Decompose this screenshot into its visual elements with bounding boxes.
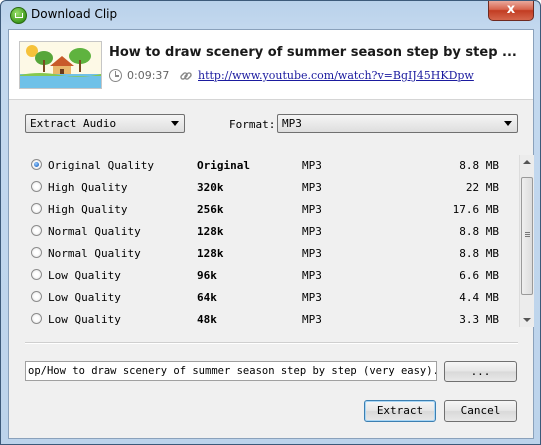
quality-radio[interactable] (31, 181, 42, 192)
format-select-value: MP3 (282, 117, 302, 130)
format-label: Format: (229, 118, 276, 131)
divider (25, 342, 518, 344)
window-title: Download Clip (31, 7, 118, 21)
download-clip-window: Download Clip x How to draw scenery of s… (0, 0, 541, 445)
quality-bitrate: 48k (197, 313, 217, 326)
quality-label: Low Quality (48, 269, 121, 282)
clock-icon (109, 69, 122, 82)
quality-bitrate: Original (197, 159, 250, 172)
video-url-link[interactable]: http://www.youtube.com/watch?v=BgIJ45HKD… (198, 69, 474, 82)
app-logo-icon (10, 7, 27, 24)
quality-format: MP3 (302, 203, 322, 216)
quality-bitrate: 96k (197, 269, 217, 282)
mode-select-value: Extract Audio (30, 117, 117, 130)
quality-bitrate: 320k (197, 181, 224, 194)
quality-format: MP3 (302, 181, 322, 194)
quality-size: 22 MB (465, 181, 499, 194)
quality-radio[interactable] (31, 225, 42, 236)
video-title: How to draw scenery of summer season ste… (109, 45, 517, 60)
quality-format: MP3 (302, 159, 322, 172)
chevron-down-icon (171, 121, 179, 126)
quality-bitrate: 64k (197, 291, 217, 304)
quality-radio[interactable] (31, 203, 42, 214)
quality-label: High Quality (48, 203, 128, 216)
format-select[interactable]: MP3 (277, 114, 518, 133)
scroll-up-arrow-icon[interactable] (523, 160, 531, 164)
cancel-button[interactable]: Cancel (444, 400, 517, 422)
save-path-field[interactable]: op/How to draw scenery of summer season … (25, 361, 437, 381)
quality-bitrate: 128k (197, 247, 224, 260)
video-thumbnail (19, 41, 102, 89)
quality-list-scrollbar[interactable] (519, 155, 534, 327)
quality-label: Low Quality (48, 313, 121, 326)
quality-radio[interactable] (31, 159, 42, 170)
quality-row[interactable]: High Quality 320k MP3 22 MB (25, 177, 517, 199)
quality-label: Normal Quality (48, 225, 141, 238)
browse-button[interactable]: ... (444, 361, 517, 382)
quality-row[interactable]: High Quality 256k MP3 17.6 MB (25, 199, 517, 221)
scroll-down-arrow-icon[interactable] (523, 318, 531, 322)
quality-size: 8.8 MB (459, 225, 499, 238)
quality-row[interactable]: Original Quality Original MP3 8.8 MB (25, 155, 517, 177)
quality-label: Low Quality (48, 291, 121, 304)
video-info-panel: How to draw scenery of summer season ste… (9, 30, 533, 100)
quality-row[interactable]: Normal Quality 128k MP3 8.8 MB (25, 221, 517, 243)
quality-format: MP3 (302, 225, 322, 238)
quality-size: 8.8 MB (459, 159, 499, 172)
grip-icon (525, 232, 530, 233)
extract-button[interactable]: Extract (364, 400, 436, 422)
quality-radio[interactable] (31, 269, 42, 280)
quality-row[interactable]: Low Quality 48k MP3 3.3 MB (25, 309, 517, 331)
link-icon (179, 68, 193, 82)
quality-label: Normal Quality (48, 247, 141, 260)
quality-radio[interactable] (31, 291, 42, 302)
dialog-body: How to draw scenery of summer season ste… (8, 29, 534, 439)
quality-row[interactable]: Low Quality 64k MP3 4.4 MB (25, 287, 517, 309)
video-duration: 0:09:37 (127, 69, 170, 82)
quality-list: Original Quality Original MP3 8.8 MB Hig… (25, 152, 519, 328)
quality-size: 17.6 MB (452, 203, 499, 216)
quality-format: MP3 (302, 247, 322, 260)
quality-radio[interactable] (31, 247, 42, 258)
quality-bitrate: 256k (197, 203, 224, 216)
quality-radio[interactable] (31, 313, 42, 324)
mode-select[interactable]: Extract Audio (25, 114, 185, 133)
quality-format: MP3 (302, 291, 322, 304)
quality-label: Original Quality (48, 159, 154, 172)
close-button[interactable]: x (488, 1, 534, 21)
title-bar[interactable]: Download Clip x (1, 1, 540, 29)
scrollbar-thumb[interactable] (521, 177, 533, 295)
quality-row[interactable]: Normal Quality 128k MP3 8.8 MB (25, 243, 517, 265)
quality-size: 3.3 MB (459, 313, 499, 326)
quality-size: 6.6 MB (459, 269, 499, 282)
quality-label: High Quality (48, 181, 128, 194)
chevron-down-icon (504, 121, 512, 126)
quality-size: 4.4 MB (459, 291, 499, 304)
quality-row[interactable]: Low Quality 96k MP3 6.6 MB (25, 265, 517, 287)
quality-bitrate: 128k (197, 225, 224, 238)
quality-format: MP3 (302, 269, 322, 282)
quality-format: MP3 (302, 313, 322, 326)
quality-size: 8.8 MB (459, 247, 499, 260)
